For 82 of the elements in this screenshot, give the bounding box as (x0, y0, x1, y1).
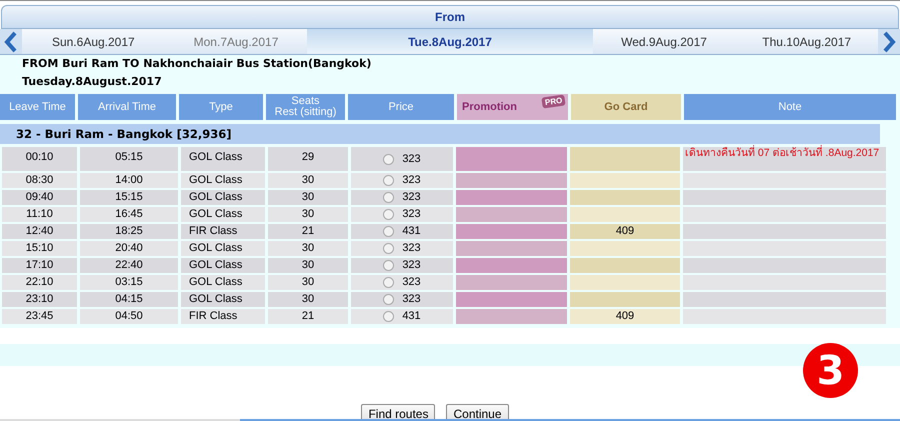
table-cell: FIR Class (181, 309, 265, 324)
table-cell: 09:40 (2, 190, 77, 205)
price-text: 323 (402, 208, 421, 221)
table-cell: GOL Class (181, 275, 265, 290)
pro-tag: PRO (541, 94, 566, 109)
price-text: 431 (402, 310, 421, 323)
route-group-row: 32 - Buri Ram - Bangkok [32,936] (0, 124, 880, 144)
table-cell: 21 (268, 224, 348, 239)
radio-button[interactable] (383, 243, 394, 254)
price-text: 323 (402, 242, 421, 255)
table-cell: GOL Class (181, 292, 265, 307)
table-cell: 05:15 (80, 147, 178, 171)
radio-button[interactable] (383, 192, 394, 203)
table-cell: 22:40 (80, 258, 178, 273)
column-header: Arrival Time (78, 94, 176, 120)
table-cell: GOL Class (181, 207, 265, 222)
radio-button[interactable] (383, 294, 394, 305)
table-cell: 15:10 (2, 241, 77, 256)
radio-button[interactable] (383, 154, 394, 165)
table-cell: 04:15 (80, 292, 178, 307)
price-text: 323 (402, 293, 421, 306)
table-cell: 30 (268, 292, 348, 307)
column-header: Type (179, 94, 263, 120)
table-cell: GOL Class (181, 147, 265, 171)
table-cell: 21 (268, 309, 348, 324)
table-cell: GOL Class (181, 241, 265, 256)
table-cell: 30 (268, 173, 348, 188)
table-cell: GOL Class (181, 258, 265, 273)
price-text: 323 (402, 191, 421, 204)
date-tab[interactable]: Mon.7Aug.2017 (164, 29, 308, 54)
table-cell: 12:40 (2, 224, 77, 239)
table-cell: 23:10 (2, 292, 77, 307)
radio-button[interactable] (383, 226, 394, 237)
panel-title: From (435, 10, 465, 24)
column-header: Leave Time (0, 94, 75, 120)
date-tab[interactable]: Sun.6Aug.2017 (22, 29, 165, 54)
table-cell: 03:15 (80, 275, 178, 290)
table-cell: 14:00 (80, 173, 178, 188)
radio-button[interactable] (383, 260, 394, 271)
table-cell: 20:40 (80, 241, 178, 256)
table-cell: 30 (268, 207, 348, 222)
date-tab[interactable]: Thu.10Aug.2017 (735, 29, 878, 54)
gocard-cell: 409 (570, 224, 680, 239)
note-cell: เดินทางคืนวันที่ 07 ต่อเช้าวันที่ .8Aug.2017 (683, 147, 886, 171)
radio-button[interactable] (383, 175, 394, 186)
column-header: Go Card (571, 94, 681, 120)
table-cell: FIR Class (181, 224, 265, 239)
price-text: 323 (402, 174, 421, 187)
table-cell: 30 (268, 241, 348, 256)
price-text: 323 (402, 259, 421, 272)
table-cell: 30 (268, 190, 348, 205)
table-cell: 30 (268, 258, 348, 273)
route-date: Tuesday.8August.2017 (21, 74, 163, 90)
table-cell: 29 (268, 147, 348, 171)
radio-button[interactable] (383, 311, 394, 322)
table-cell: 17:10 (2, 258, 77, 273)
table-cell: 08:30 (2, 173, 77, 188)
table-cell: 11:10 (2, 207, 77, 222)
radio-button[interactable] (383, 209, 394, 220)
price-text: 323 (402, 276, 421, 289)
table-cell: GOL Class (181, 190, 265, 205)
column-header: Promotion PRO (457, 94, 568, 120)
gocard-cell: 409 (570, 309, 680, 324)
table-cell: 16:45 (80, 207, 178, 222)
table-cell: 00:10 (2, 147, 77, 171)
table-cell: GOL Class (181, 173, 265, 188)
date-tab[interactable]: Wed.9Aug.2017 (592, 29, 736, 54)
date-tab[interactable]: Tue.8Aug.2017 (307, 29, 593, 54)
table-cell: 23:45 (2, 309, 77, 324)
column-header: Note (684, 94, 896, 120)
column-header: Price (348, 94, 454, 120)
table-cell: 15:15 (80, 190, 178, 205)
table-cell: 22:10 (2, 275, 77, 290)
price-text: 431 (402, 225, 421, 238)
table-cell: 04:50 (80, 309, 178, 324)
radio-button[interactable] (383, 277, 394, 288)
step-badge: 3 (803, 343, 858, 398)
price-text: 323 (402, 153, 421, 166)
column-header: Seats Rest (sitting) (266, 94, 345, 120)
route-title: FROM Buri Ram TO Nakhonchaiair Bus Station(Bangkok) (21, 56, 372, 72)
table-cell: 30 (268, 275, 348, 290)
table-cell: 18:25 (80, 224, 178, 239)
